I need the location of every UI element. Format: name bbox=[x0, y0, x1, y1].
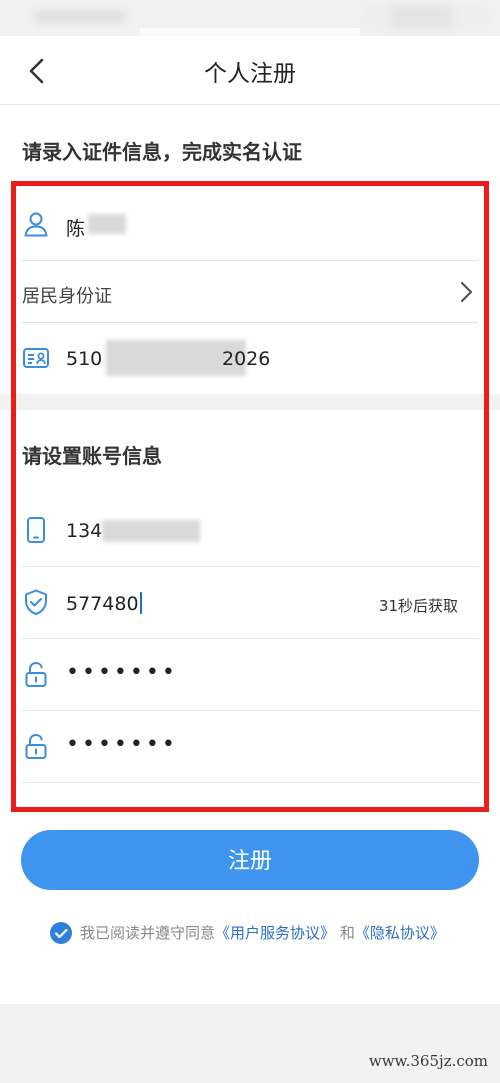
password-field[interactable]: ••••••• bbox=[22, 638, 478, 711]
nav-bar: 个人注册 bbox=[0, 36, 500, 105]
chevron-right-icon bbox=[460, 281, 473, 303]
confirm-password-field[interactable]: ••••••• bbox=[22, 710, 478, 783]
lock-icon bbox=[25, 733, 47, 759]
id-card-icon bbox=[23, 348, 49, 368]
identity-section-heading: 请录入证件信息，完成实名认证 bbox=[22, 140, 302, 164]
name-value: 陈 bbox=[66, 218, 86, 240]
id-number-prefix: 510 bbox=[66, 348, 103, 370]
verification-code-field[interactable]: 577480 31秒后获取 bbox=[22, 566, 478, 639]
agreement-checkbox[interactable] bbox=[50, 922, 72, 944]
phone-icon bbox=[27, 517, 45, 543]
name-field[interactable]: 陈 bbox=[22, 190, 478, 261]
section-divider bbox=[0, 394, 500, 410]
redaction-blur bbox=[88, 214, 126, 234]
agreement-and: 和 bbox=[339, 924, 355, 942]
text-cursor bbox=[139, 592, 142, 614]
shield-check-icon bbox=[25, 589, 47, 615]
service-agreement-link[interactable]: 《用户服务协议》 bbox=[215, 924, 335, 942]
user-icon bbox=[24, 212, 48, 237]
id-type-select[interactable]: 居民身份证 bbox=[22, 260, 478, 323]
privacy-agreement-link[interactable]: 《隐私协议》 bbox=[355, 924, 445, 942]
id-number-suffix: 2026 bbox=[222, 348, 271, 370]
password-mask: ••••••• bbox=[66, 660, 178, 685]
watermark: www.365jz.com bbox=[368, 1052, 488, 1070]
agreement-text: 我已阅读并遵守同意 bbox=[80, 924, 216, 942]
confirm-password-mask: ••••••• bbox=[66, 732, 178, 757]
bottom-area bbox=[0, 1004, 500, 1083]
checkmark-icon bbox=[54, 928, 68, 939]
account-section-heading: 请设置账号信息 bbox=[22, 444, 162, 468]
agreement-row: 我已阅读并遵守同意《用户服务协议》 和《隐私协议》 bbox=[50, 922, 445, 946]
redaction-blur bbox=[102, 520, 200, 542]
phone-field[interactable]: 134 bbox=[22, 494, 478, 567]
lock-icon bbox=[25, 661, 47, 687]
register-button[interactable]: 注册 bbox=[21, 830, 479, 890]
id-number-field[interactable]: 510 2026 bbox=[22, 322, 478, 394]
verification-code-value: 577480 bbox=[66, 592, 142, 615]
id-type-value: 居民身份证 bbox=[22, 286, 112, 307]
status-bar bbox=[0, 0, 500, 36]
resend-countdown[interactable]: 31秒后获取 bbox=[379, 595, 458, 616]
page-title: 个人注册 bbox=[204, 61, 296, 87]
phone-value: 134 bbox=[66, 520, 103, 542]
